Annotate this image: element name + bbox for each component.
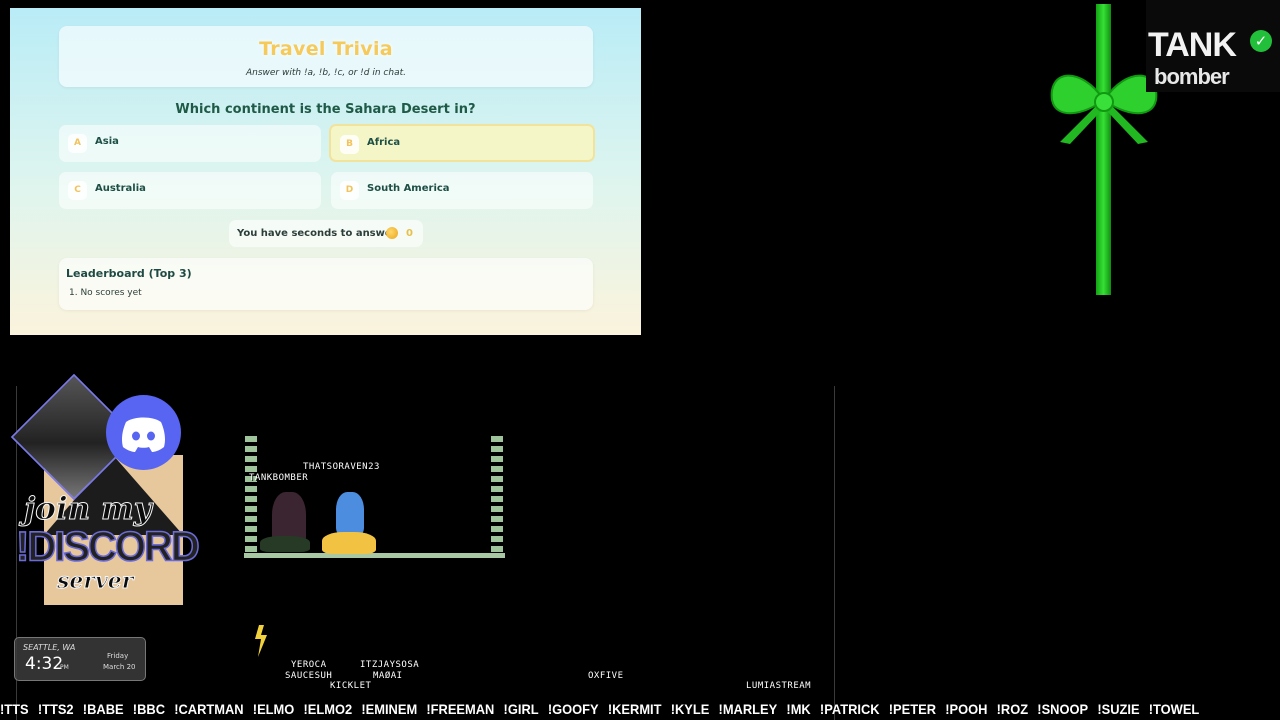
clock-time: 4:32	[25, 654, 64, 674]
commands-bar: !TTS !TTS2 !BABE !BBC !CARTMAN !ELMO !ELMO2 !EM…	[0, 701, 1199, 720]
lightning-icon	[255, 625, 267, 657]
command-item: !KERMIT	[607, 701, 662, 717]
player-sprite	[336, 492, 364, 536]
player-name: THATSORAVEN23	[303, 462, 380, 472]
command-item: !MARLEY	[718, 701, 778, 717]
discord-promo: join my !DISCORD server	[10, 373, 201, 607]
viewer-name: YEROCA	[291, 660, 327, 670]
answer-letter-badge: C	[68, 181, 87, 200]
answer-option-d[interactable]: D South America	[331, 172, 593, 209]
leaderboard-entry: 1. No scores yet	[69, 288, 142, 298]
timer-text: You have seconds to answer	[237, 228, 397, 239]
command-item: !BBC	[132, 701, 165, 717]
command-item: !TTS	[0, 701, 29, 717]
viewer-name: KICKLET	[330, 681, 372, 691]
verified-check-icon: ✓	[1250, 30, 1272, 52]
command-item: !TTS2	[37, 701, 74, 717]
answer-label: Australia	[95, 183, 146, 194]
ladder-right	[491, 436, 503, 554]
command-item: !ELMO2	[303, 701, 353, 717]
command-item: !SNOOP	[1037, 701, 1089, 717]
command-item: !TOWEL	[1148, 701, 1200, 717]
viewer-name: ITZJAYSOSA	[360, 660, 420, 670]
command-item: !EMINEM	[361, 701, 418, 717]
mount-sprite	[322, 532, 376, 554]
weather-location: SEATTLE, WA	[23, 643, 76, 652]
command-item: !POOH	[945, 701, 988, 717]
command-item: !PATRICK	[819, 701, 880, 717]
command-item: !FREEMAN	[426, 701, 495, 717]
answer-letter-badge: A	[68, 134, 87, 153]
trivia-subtitle: Answer with !a, !b, !c, or !d in chat.	[245, 68, 406, 78]
command-item: !MK	[786, 701, 811, 717]
leaderboard-title: Leaderboard (Top 3)	[66, 267, 192, 280]
command-item: !ELMO	[252, 701, 295, 717]
command-item: !GOOFY	[547, 701, 599, 717]
trivia-panel: Travel Trivia Answer with !a, !b, !c, or…	[10, 8, 641, 335]
viewer-name: LUMIASTREAM	[746, 681, 812, 691]
channel-logo: TANK ✓ bomber	[1146, 0, 1280, 92]
answer-label: Asia	[95, 136, 119, 147]
promo-text-join: join my	[24, 491, 153, 528]
mount-sprite	[260, 536, 310, 552]
trivia-title: Travel Trivia	[259, 38, 393, 60]
command-item: !KYLE	[670, 701, 710, 717]
game-floor	[244, 553, 505, 558]
promo-text-discord: !DISCORD	[15, 523, 200, 571]
leaderboard-card: Leaderboard (Top 3) 1. No scores yet	[59, 258, 593, 310]
command-item: !GIRL	[503, 701, 539, 717]
viewer-name: OXFIVE	[588, 671, 624, 681]
trivia-header-card: Travel Trivia Answer with !a, !b, !c, or…	[59, 26, 593, 87]
command-item: !ROZ	[996, 701, 1029, 717]
command-item: !CARTMAN	[174, 701, 244, 717]
answer-option-a[interactable]: A Asia	[59, 125, 321, 162]
logo-text-tank: TANK	[1148, 26, 1237, 64]
answer-option-c[interactable]: C Australia	[59, 172, 321, 209]
answer-letter-badge: D	[340, 181, 359, 200]
ladder-left	[245, 436, 257, 554]
command-item: !SUZIE	[1097, 701, 1140, 717]
discord-icon	[106, 395, 181, 470]
pixel-game-area: THATSORAVEN23 TANKBOMBER	[244, 436, 505, 561]
viewer-name: SAUCESUH	[285, 671, 333, 681]
frame-line-right	[834, 386, 835, 720]
weather-widget: SEATTLE, WA 4:32 PM Friday March 20	[14, 637, 146, 681]
viewer-name: MAØAI	[373, 671, 403, 681]
answer-label: Africa	[367, 137, 401, 148]
answer-option-b[interactable]: B Africa	[329, 124, 595, 162]
logo-text-bomber: bomber	[1154, 64, 1230, 89]
promo-text-server: server	[56, 568, 134, 595]
timer-pill: You have seconds to answer 0	[229, 220, 423, 247]
answer-letter-badge: B	[340, 135, 359, 154]
trivia-question: Which continent is the Sahara Desert in?	[175, 102, 476, 117]
coin-icon	[386, 227, 398, 239]
clock-date: March 20	[103, 663, 136, 671]
clock-day: Friday	[107, 652, 129, 660]
clock-ampm: PM	[60, 664, 69, 671]
player-name: TANKBOMBER	[249, 473, 309, 483]
command-item: !BABE	[82, 701, 124, 717]
answer-label: South America	[367, 183, 450, 194]
timer-value: 0	[406, 228, 413, 239]
command-item: !PETER	[888, 701, 936, 717]
